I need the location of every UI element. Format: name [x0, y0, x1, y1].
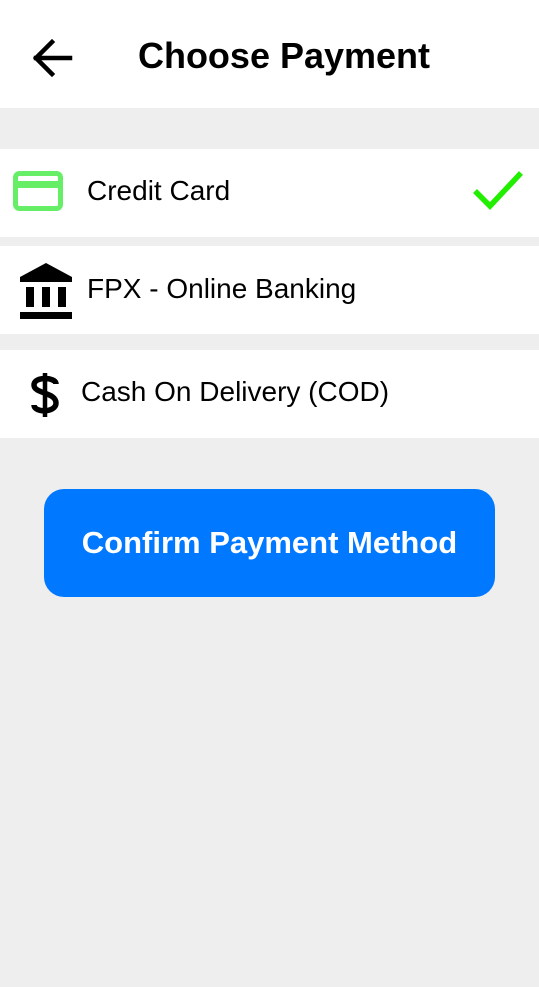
cod-label: Cash On Delivery (COD)	[81, 376, 390, 407]
credit-card-icon	[12, 170, 64, 212]
payment-option-credit-card[interactable]: Credit Card	[0, 149, 539, 237]
page-title: Choose Payment	[137, 35, 431, 76]
checkmark-icon	[471, 169, 525, 218]
confirm-payment-button[interactable]: Confirm Payment Method	[44, 489, 495, 597]
payment-option-cod[interactable]: Cash On Delivery (COD)	[0, 350, 539, 438]
bank-icon	[18, 260, 74, 322]
dollar-icon	[28, 370, 62, 420]
fpx-label: FPX - Online Banking	[87, 273, 357, 304]
credit-card-label: Credit Card	[87, 175, 231, 206]
app-header: Choose Payment	[0, 0, 539, 108]
payment-option-fpx[interactable]: FPX - Online Banking	[0, 246, 539, 334]
